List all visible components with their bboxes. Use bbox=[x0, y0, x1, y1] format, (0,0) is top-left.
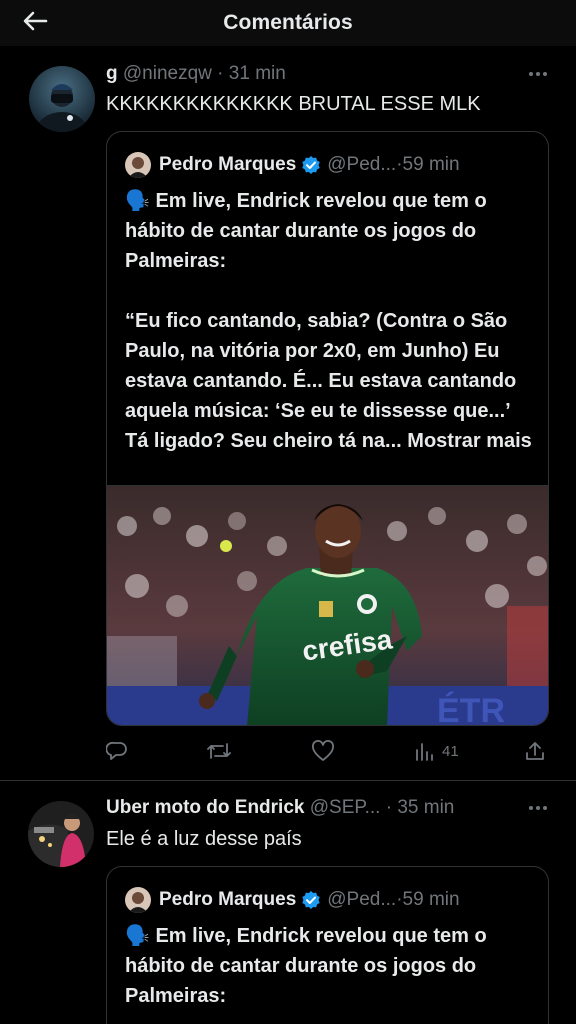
more-icon bbox=[529, 806, 533, 810]
quote-timestamp: 59 min bbox=[402, 154, 460, 175]
views-icon bbox=[416, 743, 433, 761]
display-name[interactable]: Uber moto do Endrick bbox=[106, 797, 304, 818]
reply-tweet[interactable]: g @ninezqw · 31 min KKKKKKKKKKKKKK BRUTA… bbox=[0, 46, 576, 782]
quote-avatar bbox=[125, 887, 151, 913]
avatar[interactable] bbox=[29, 66, 95, 132]
quote-timestamp: 59 min bbox=[402, 889, 460, 910]
quote-meta: Pedro Marques @Ped... · 59 min bbox=[125, 887, 460, 913]
quote-handle: @Ped... bbox=[327, 889, 397, 910]
handle[interactable]: @SEP... bbox=[310, 797, 381, 818]
back-arrow-icon bbox=[23, 11, 48, 31]
tweet-actions: 41 bbox=[106, 737, 550, 765]
quote-handle: @Ped... bbox=[327, 154, 397, 175]
retweet-button[interactable] bbox=[206, 737, 232, 765]
page-title: Comentários bbox=[223, 11, 353, 34]
quote-text: 🗣️ Em live, Endrick revelou que tem o há… bbox=[125, 190, 532, 452]
quote-meta: Pedro Marques @Ped... · 59 min bbox=[125, 152, 460, 178]
retweet-icon bbox=[207, 743, 231, 759]
top-bar: Comentários bbox=[0, 0, 576, 46]
display-name[interactable]: g bbox=[106, 63, 118, 84]
like-icon bbox=[312, 740, 334, 761]
tweet-text: Ele é a luz desse país bbox=[106, 828, 302, 850]
more-button[interactable] bbox=[526, 66, 550, 82]
more-button[interactable] bbox=[526, 800, 550, 816]
quote-avatar bbox=[125, 152, 151, 178]
separator: · bbox=[211, 63, 229, 84]
views-button[interactable]: 41 bbox=[414, 737, 459, 765]
quote-display-name: Pedro Marques bbox=[159, 154, 297, 175]
more-icon bbox=[529, 72, 533, 76]
like-button[interactable] bbox=[311, 737, 335, 765]
reply-tweet[interactable]: Uber moto do Endrick @SEP... · 35 min El… bbox=[0, 781, 576, 1024]
views-count: 41 bbox=[442, 742, 459, 760]
quoted-tweet[interactable]: Pedro Marques @Ped... · 59 min 🗣️ Em liv… bbox=[106, 866, 549, 1024]
quote-image[interactable]: ÉTR crefisa bbox=[107, 485, 548, 726]
timestamp[interactable]: 31 min bbox=[229, 63, 286, 84]
timestamp[interactable]: 35 min bbox=[397, 797, 454, 818]
verified-badge-icon bbox=[302, 156, 320, 174]
show-more-link[interactable]: Mostrar mais bbox=[407, 430, 532, 452]
back-button[interactable] bbox=[18, 4, 52, 38]
share-icon bbox=[526, 742, 544, 760]
tweet-meta: g @ninezqw · 31 min bbox=[106, 63, 286, 85]
tweet-meta: Uber moto do Endrick @SEP... · 35 min bbox=[106, 797, 454, 819]
quoted-tweet[interactable]: Pedro Marques @Ped... · 59 min 🗣️ Em liv… bbox=[106, 131, 549, 726]
share-button[interactable] bbox=[524, 737, 546, 765]
handle[interactable]: @ninezqw bbox=[123, 63, 212, 84]
avatar[interactable] bbox=[28, 801, 94, 867]
verified-badge-icon bbox=[302, 891, 320, 909]
quote-text: 🗣️ Em live, Endrick revelou que tem o há… bbox=[125, 925, 493, 1007]
quote-display-name: Pedro Marques bbox=[159, 889, 297, 910]
reply-icon bbox=[106, 741, 127, 760]
reply-button[interactable] bbox=[106, 737, 128, 765]
svg-text:ÉTR: ÉTR bbox=[437, 692, 505, 726]
separator: · bbox=[380, 797, 398, 818]
tweet-text: KKKKKKKKKKKKKK BRUTAL ESSE MLK bbox=[106, 93, 481, 115]
